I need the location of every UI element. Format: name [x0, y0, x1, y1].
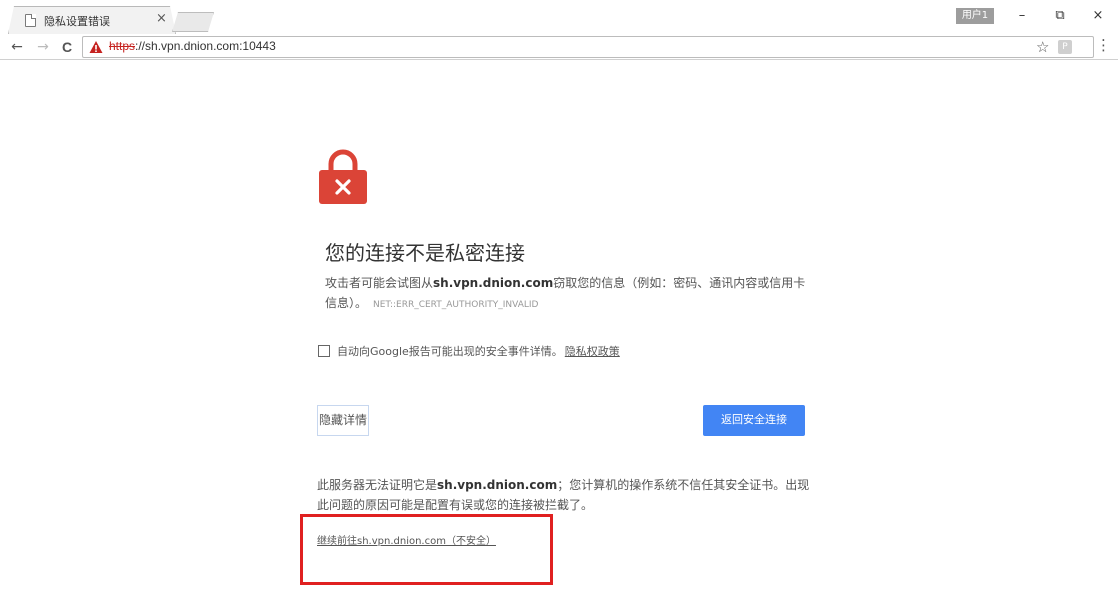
- new-tab-button[interactable]: [172, 12, 214, 32]
- report-checkbox[interactable]: [318, 345, 330, 357]
- back-to-safety-button[interactable]: 返回安全连接: [703, 405, 805, 436]
- privacy-policy-link[interactable]: 隐私权政策: [565, 343, 620, 359]
- not-secure-warning-icon[interactable]: [89, 40, 103, 54]
- report-label: 自动向Google报告可能出现的安全事件详情。: [337, 345, 563, 358]
- reload-icon[interactable]: C: [58, 38, 76, 56]
- page-icon: [25, 14, 36, 27]
- url-host: ://sh.vpn.dnion.com:10443: [135, 39, 276, 53]
- hide-details-button[interactable]: 隐藏详情: [317, 405, 370, 436]
- bookmark-star-icon[interactable]: ☆: [1036, 38, 1049, 56]
- back-icon[interactable]: ←: [8, 38, 26, 56]
- menu-icon[interactable]: ⋮: [1096, 38, 1111, 53]
- annotation-highlight-box: [300, 514, 553, 585]
- details-explanation: 此服务器无法证明它是sh.vpn.dnion.com；您计算机的操作系统不信任其…: [317, 475, 813, 515]
- extension-icon[interactable]: P: [1058, 40, 1072, 54]
- error-code: NET::ERR_CERT_AUTHORITY_INVALID: [373, 300, 539, 310]
- profile-button[interactable]: 用户1: [956, 8, 994, 24]
- report-option: 自动向Google报告可能出现的安全事件详情。 隐私权政策: [318, 343, 620, 359]
- window-close-icon[interactable]: ×: [1088, 6, 1108, 26]
- minimize-icon[interactable]: –: [1012, 6, 1032, 26]
- desc-host: sh.vpn.dnion.com: [433, 276, 554, 290]
- tab-title: 隐私设置错误: [44, 14, 110, 28]
- warning-description: 攻击者可能会试图从sh.vpn.dnion.com窃取您的信息（例如：密码、通讯…: [325, 273, 817, 315]
- url-text[interactable]: https://sh.vpn.dnion.com:10443: [109, 39, 276, 53]
- explain-host: sh.vpn.dnion.com: [437, 478, 558, 492]
- address-bar[interactable]: https://sh.vpn.dnion.com:10443: [82, 36, 1094, 58]
- forward-icon[interactable]: →: [34, 38, 52, 56]
- title-bar: 隐私设置错误 × 用户1 – ⧉ ×: [0, 0, 1118, 34]
- interstitial-page: 您的连接不是私密连接 攻击者可能会试图从sh.vpn.dnion.com窃取您的…: [8, 61, 1110, 596]
- explain-prefix: 此服务器无法证明它是: [317, 478, 438, 492]
- tab-close-icon[interactable]: ×: [156, 12, 167, 26]
- desc-prefix: 攻击者可能会试图从: [325, 276, 434, 290]
- restore-icon[interactable]: ⧉: [1050, 6, 1070, 26]
- lock-error-icon: [319, 149, 367, 204]
- page-title: 您的连接不是私密连接: [325, 241, 525, 265]
- browser-tab[interactable]: 隐私设置错误: [8, 6, 176, 34]
- url-scheme: https: [109, 39, 136, 53]
- toolbar: ← → C https://sh.vpn.dnion.com:10443: [0, 34, 1118, 60]
